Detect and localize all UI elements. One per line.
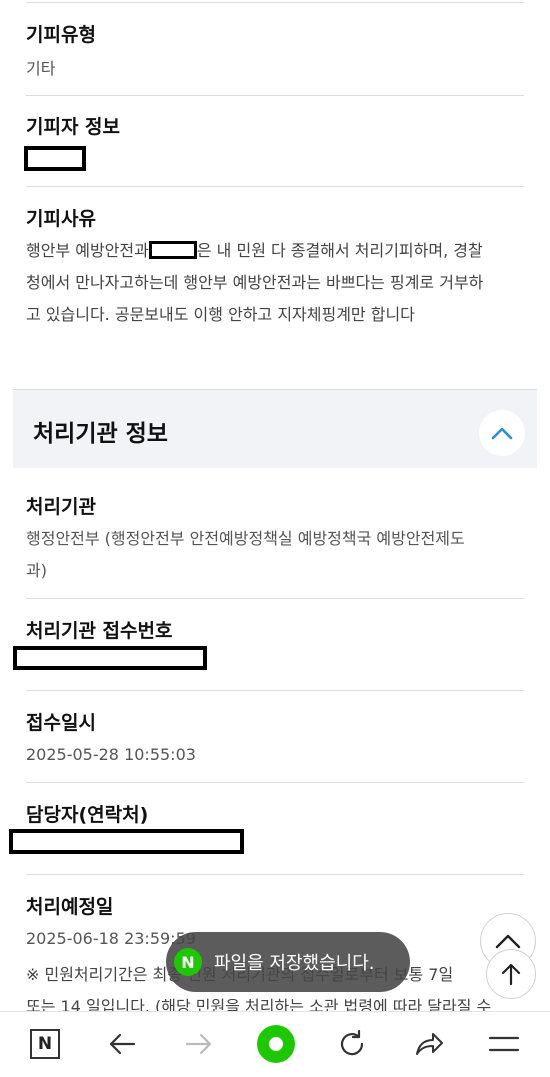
- agency-value: 행정안전부 (행정안전부 안전예방정책실 예방정책국 예방안전제도 과): [26, 523, 524, 587]
- received-at-value: 2025-05-28 10:55:03: [26, 745, 196, 764]
- menu-button[interactable]: [486, 1026, 522, 1062]
- divider: [26, 874, 524, 875]
- forward-button[interactable]: [181, 1026, 217, 1062]
- refresh-icon: [340, 1029, 364, 1056]
- receipt-no-label: 처리기관 접수번호: [26, 620, 173, 642]
- bottom-toolbar: N: [0, 1011, 550, 1077]
- divider: [26, 95, 524, 96]
- processing-agency-panel-header[interactable]: 처리기관 정보: [13, 389, 537, 468]
- naver-home-button[interactable]: N: [27, 1026, 63, 1062]
- refresh-button[interactable]: [334, 1026, 370, 1062]
- naver-n-icon: N: [30, 1029, 60, 1059]
- redacted-block: [9, 829, 244, 854]
- reason-line3: 고 있습니다. 공문보내도 이행 안하고 지자체핑계만 합니다: [26, 305, 415, 324]
- manager-label: 담당자(연락처): [26, 804, 149, 826]
- panel-title: 처리기관 정보: [33, 421, 168, 447]
- reason-section: 기피사유 행안부 예방안전과 은 내 민원 다 종결해서 처리기피하며, 경찰 청…: [26, 204, 524, 331]
- agency-section: 처리기관 행정안전부 (행정안전부 안전예방정책실 예방정책국 예방안전제도 과…: [26, 492, 524, 587]
- home-button[interactable]: [256, 1024, 296, 1064]
- forward-arrow-icon: [185, 1033, 212, 1055]
- scroll-top-button[interactable]: [486, 949, 536, 999]
- refusal-type-value: 기타: [26, 59, 56, 78]
- refusal-type-label: 기피유형: [26, 24, 96, 46]
- agency-line1: 행정안전부 (행정안전부 안전예방정책실 예방정책국 예방안전제도: [26, 529, 465, 548]
- receipt-no-section: 처리기관 접수번호: [26, 616, 524, 643]
- redacted-block: [13, 646, 207, 670]
- refused-person-section: 기피자 정보: [26, 112, 524, 139]
- divider: [26, 690, 524, 691]
- due-date-label: 처리예정일: [26, 896, 114, 918]
- toast-text: 파일을 저장했습니다.: [214, 953, 375, 974]
- divider: [26, 2, 524, 3]
- share-icon: [416, 1033, 443, 1055]
- refusal-type-section: 기피유형 기타: [26, 20, 524, 85]
- back-button[interactable]: [104, 1026, 140, 1062]
- page: 기피유형 기타 기피자 정보 기피사유 행안부 예방안전과 은 내 민원 다 종결…: [0, 0, 550, 1077]
- agency-label: 처리기관: [26, 496, 96, 518]
- chevron-up-icon: [491, 427, 513, 440]
- manager-section: 담당자(연락처): [26, 800, 524, 827]
- received-at-label: 접수일시: [26, 712, 96, 734]
- reason-text-after: 은 내 민원 다 종결해서 처리기피하며, 경찰: [196, 241, 483, 260]
- menu-icon: [488, 1036, 520, 1052]
- home-dot-icon: [257, 1025, 295, 1063]
- reason-text: 행안부 예방안전과 은 내 민원 다 종결해서 처리기피하며, 경찰 청에서 만나…: [26, 235, 524, 331]
- toast-notification: N 파일을 저장했습니다.: [166, 932, 410, 992]
- agency-line2: 과): [26, 561, 47, 580]
- divider: [26, 186, 524, 187]
- redacted-inline: [148, 241, 197, 259]
- refused-person-label: 기피자 정보: [26, 116, 121, 138]
- reason-label: 기피사유: [26, 208, 96, 230]
- reason-line2: 청에서 만나자고하는데 행안부 예방안전과는 바쁘다는 핑계로 거부하: [26, 273, 484, 292]
- collapse-button[interactable]: [479, 410, 525, 456]
- back-arrow-icon: [109, 1033, 136, 1055]
- divider: [26, 782, 524, 783]
- divider: [26, 598, 524, 599]
- redacted-block: [24, 146, 86, 171]
- naver-n-icon: N: [174, 948, 202, 976]
- received-at-section: 접수일시 2025-05-28 10:55:03: [26, 708, 524, 771]
- share-button[interactable]: [411, 1026, 447, 1062]
- arrow-up-icon: [501, 963, 521, 986]
- chevron-up-icon: [495, 934, 521, 949]
- reason-text-before: 행안부 예방안전과: [26, 241, 149, 260]
